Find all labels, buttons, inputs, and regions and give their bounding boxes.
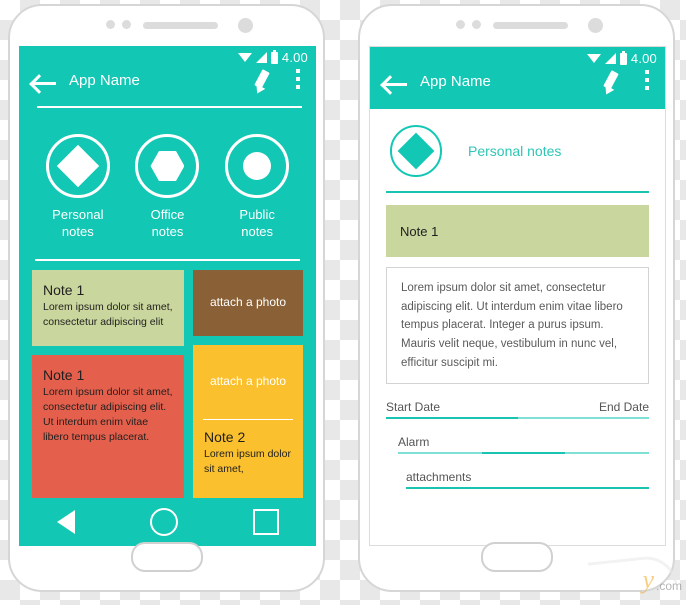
diamond-icon (397, 132, 435, 170)
attachments-field-underline[interactable] (406, 487, 649, 490)
wifi-icon (586, 54, 601, 63)
note-category-label: Personal notes (468, 143, 562, 159)
phone-top-hardware-left (10, 18, 323, 33)
front-camera-icon (238, 18, 253, 33)
note-body-textarea[interactable]: Lorem ipsum dolor sit amet, consectetur … (386, 267, 649, 385)
attach-photo-area[interactable]: attach a photo (193, 345, 303, 419)
app-bar-divider (37, 106, 302, 108)
signal-icon (604, 53, 616, 64)
watermark-mark: y (642, 565, 654, 594)
note-body-text: Lorem ipsum dolor sit amet, consectetur … (401, 282, 623, 369)
app-bar-left: 4.00 App Name (19, 46, 316, 108)
status-time: 4.00 (281, 50, 308, 65)
watermark-text: .com (655, 579, 682, 593)
earpiece-speaker (143, 22, 218, 29)
battery-icon (619, 50, 627, 65)
nav-recents-square-icon[interactable] (252, 509, 279, 535)
note-title: Note 1 (43, 366, 85, 383)
physical-home-button[interactable] (480, 542, 553, 572)
note-title: Note 2 (203, 428, 246, 445)
attach-photo-card-brown[interactable]: attach a photo (192, 269, 303, 336)
wifi-icon (237, 53, 252, 62)
note-title: Note 1 (43, 281, 85, 298)
personal-notes-icon (45, 134, 110, 198)
kebab-menu-icon[interactable] (645, 70, 649, 94)
back-arrow-icon[interactable] (32, 74, 56, 92)
screen-right: 4.00 App Name Personal notes Note 1 Lore… (369, 46, 666, 546)
phone-mockup-left: 4.00 App Name Personal notes Office note… (8, 4, 325, 592)
nav-home-circle-icon[interactable] (149, 508, 178, 536)
note-grid: Note 1 Lorem ipsum dolor sit amet, conse… (19, 260, 316, 501)
personal-notes-icon (390, 125, 442, 177)
status-bar-left: 4.00 (237, 49, 308, 65)
android-nav-bar (19, 498, 316, 546)
sidebar-item-office-notes[interactable]: Office notes (127, 134, 207, 241)
note-card-green[interactable]: Note 1 Lorem ipsum dolor sit amet, conse… (32, 269, 184, 346)
sidebar-item-public-notes[interactable]: Public notes (217, 134, 297, 241)
status-time: 4.00 (630, 51, 657, 66)
screen-left: 4.00 App Name Personal notes Office note… (19, 46, 316, 546)
page-title: App Name (420, 73, 491, 90)
start-date-label: Start Date (386, 400, 441, 415)
diamond-icon (56, 144, 100, 188)
category-label: Public notes (239, 207, 275, 239)
attachments-label: attachments (406, 470, 472, 485)
note-title: Note 1 (400, 223, 439, 239)
note-body: Lorem ipsum dolor sit amet, (203, 447, 291, 475)
nav-back-triangle-icon[interactable] (56, 510, 75, 534)
note-title-band[interactable]: Note 1 (386, 205, 649, 257)
battery-icon (270, 49, 278, 64)
attach-photo-label: attach a photo (209, 295, 287, 310)
category-label: Personal notes (52, 207, 104, 239)
back-arrow-icon[interactable] (383, 75, 407, 93)
note-body: Lorem ipsum dolor sit amet, consectetur … (43, 300, 173, 328)
sensor-dot-icon (122, 20, 131, 29)
alarm-field-group: Alarm (386, 419, 650, 455)
pencil-icon[interactable] (599, 69, 623, 97)
sensor-dot-icon (456, 20, 465, 29)
physical-home-button[interactable] (130, 542, 203, 572)
page-title: App Name (69, 72, 140, 89)
app-bar-right: 4.00 App Name (370, 47, 665, 109)
circle-icon (243, 152, 272, 180)
note-card-yellow[interactable]: attach a photo Note 2 Lorem ipsum dolor … (192, 344, 303, 500)
date-field-group: Start Date End Date (386, 384, 649, 420)
phone-top-hardware-right (360, 18, 673, 33)
note-body: Lorem ipsum dolor sit amet, consectetur … (43, 385, 173, 444)
header-divider (386, 191, 649, 193)
alarm-label: Alarm (398, 435, 430, 450)
front-camera-icon (588, 18, 603, 33)
category-label: Office notes (150, 207, 185, 239)
signal-icon (255, 52, 267, 63)
phone-mockup-right: 4.00 App Name Personal notes Note 1 Lore… (358, 4, 675, 592)
kebab-menu-icon[interactable] (296, 69, 300, 93)
note-card-red[interactable]: Note 1 Lorem ipsum dolor sit amet, conse… (32, 354, 184, 501)
sidebar-item-personal-notes[interactable]: Personal notes (38, 134, 118, 241)
status-bar-right: 4.00 (586, 50, 657, 66)
office-notes-icon (135, 134, 200, 198)
attachments-field-group: attachments (386, 454, 649, 490)
attach-photo-label: attach a photo (209, 374, 287, 389)
hexagon-icon (150, 151, 185, 181)
note-category-header[interactable]: Personal notes (370, 109, 665, 177)
earpiece-speaker (493, 22, 568, 29)
sensor-dot-icon (106, 20, 115, 29)
watermark: y .com (587, 553, 684, 599)
category-row: Personal notes Office notes Public notes (19, 108, 316, 251)
sensor-dot-icon (472, 20, 481, 29)
end-date-label: End Date (598, 400, 649, 415)
public-notes-icon (225, 134, 290, 198)
pencil-icon[interactable] (250, 68, 274, 96)
